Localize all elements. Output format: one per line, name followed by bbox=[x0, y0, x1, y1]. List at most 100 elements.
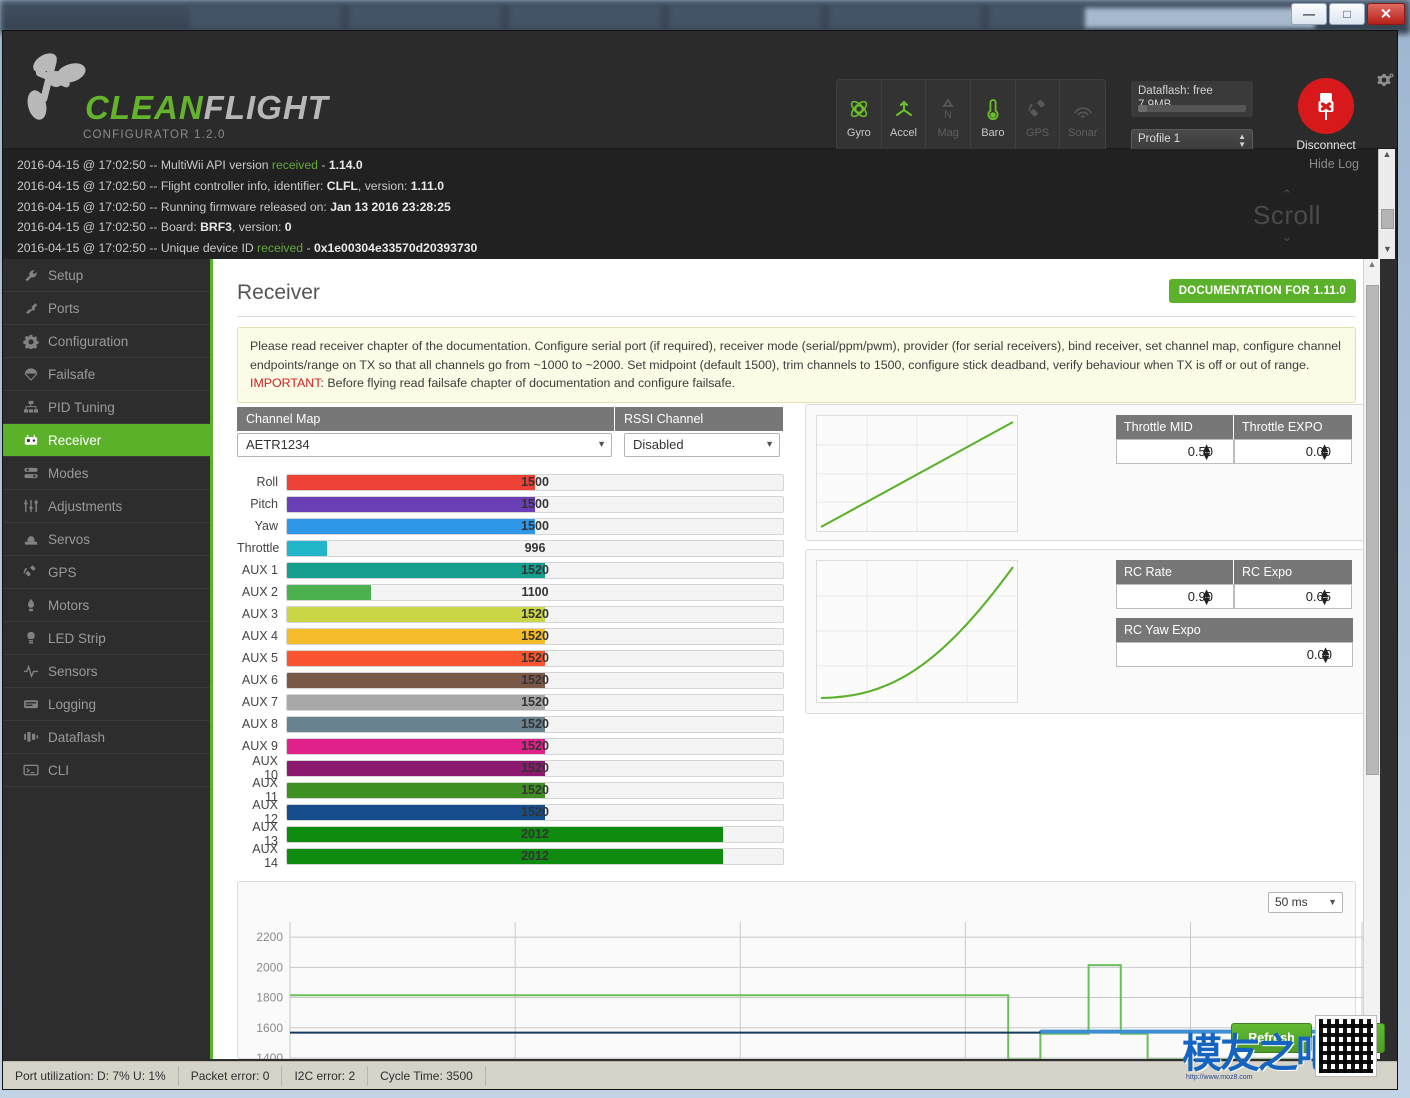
cleanflight-configurator-window: CLEANFLIGHT CONFIGURATOR 1.2.0 Gyro Acce… bbox=[2, 30, 1398, 1090]
sidebar-item-pid-tuning[interactable]: PID Tuning bbox=[3, 391, 210, 424]
log-entry: 2016-04-15 @ 17:02:50 -- Board: BRF3, ve… bbox=[17, 220, 292, 235]
sensor-baro-label: Baro bbox=[981, 126, 1005, 139]
stepper-icon[interactable]: ▲ ▼ bbox=[1319, 644, 1332, 665]
quadcopter-logo-icon bbox=[27, 53, 86, 120]
channel-value: 1500 bbox=[521, 497, 549, 511]
sidebar-item-label: Dataflash bbox=[48, 729, 106, 745]
cleanflight-logo: CLEANFLIGHT CONFIGURATOR 1.2.0 bbox=[23, 47, 328, 141]
rc-expo-field: RC Expo 0.65 ▲ ▼ bbox=[1234, 560, 1352, 609]
sensor-mag-label: Mag bbox=[937, 126, 959, 139]
port-utilization-status: Port utilization: D: 7% U: 1% bbox=[3, 1065, 179, 1086]
sidebar-item-modes[interactable]: Modes bbox=[3, 457, 210, 490]
cycle-time-status: Cycle Time: 3500 bbox=[368, 1065, 486, 1086]
settings-gear-icon[interactable] bbox=[1373, 73, 1395, 98]
window-close-button[interactable]: ✕ bbox=[1367, 3, 1405, 25]
log-scroll-down-icon[interactable]: ▼ bbox=[1379, 244, 1396, 259]
channel-label: AUX 4 bbox=[241, 629, 278, 643]
content-scrollbar[interactable]: ▲ ▼ bbox=[1363, 259, 1380, 1059]
sidebar-item-motors[interactable]: Motors bbox=[3, 589, 210, 622]
channel-label: AUX 7 bbox=[241, 695, 278, 709]
channel-track: 1520 bbox=[286, 737, 784, 755]
log-scrollbar-thumb[interactable] bbox=[1381, 209, 1394, 229]
sidebar-item-label: Receiver bbox=[48, 432, 102, 448]
channel-track: 1520 bbox=[286, 627, 784, 645]
sidebar-item-configuration[interactable]: Configuration bbox=[3, 325, 210, 358]
sidebar-item-cli[interactable]: CLI bbox=[3, 754, 210, 787]
channel-bar-row: AUX 8 1520 bbox=[237, 713, 784, 735]
throttle-fields: Throttle MID 0.50 ▲ ▼ Throttle EXPO 0.00 … bbox=[1116, 415, 1352, 464]
sidebar-nav: Setup Ports Configuration Failsafe PID Tunin… bbox=[3, 259, 213, 1059]
sidebar-item-servos[interactable]: Servos bbox=[3, 523, 210, 556]
sidebar-item-sensors[interactable]: Sensors bbox=[3, 655, 210, 688]
content-scroll-up-icon[interactable]: ▲ bbox=[1364, 259, 1380, 275]
rc-expo-label: RC Expo bbox=[1234, 560, 1352, 584]
sidebar-item-failsafe[interactable]: Failsafe bbox=[3, 358, 210, 391]
channel-label: AUX 14 bbox=[252, 842, 278, 870]
rssi-channel-select[interactable]: Disabled ▼ bbox=[624, 433, 780, 457]
sidebar-item-led-strip[interactable]: LED Strip bbox=[3, 622, 210, 655]
log-entry: 2016-04-15 @ 17:02:50 -- Unique device I… bbox=[17, 241, 478, 256]
title-divider bbox=[237, 316, 1356, 317]
stepper-icon[interactable]: ▲ ▼ bbox=[1200, 441, 1213, 462]
content-scrollbar-thumb[interactable] bbox=[1366, 285, 1379, 775]
rc-yaw-expo-input[interactable]: 0.00 ▲ ▼ bbox=[1116, 642, 1353, 667]
sidebar-item-logging[interactable]: Logging bbox=[3, 688, 210, 721]
stepper-icon[interactable]: ▲ ▼ bbox=[1200, 586, 1213, 607]
stepper-icon[interactable]: ▲ ▼ bbox=[1318, 441, 1331, 462]
throttle-expo-input[interactable]: 0.00 ▲ ▼ bbox=[1234, 439, 1352, 464]
servo-icon bbox=[22, 531, 39, 547]
svg-text:1400: 1400 bbox=[256, 1051, 283, 1059]
channel-label: AUX 2 bbox=[241, 585, 278, 599]
sidebar-item-label: CLI bbox=[48, 762, 70, 778]
channel-map-select[interactable]: AETR1234 ▼ bbox=[237, 433, 612, 457]
profile-select[interactable]: Profile 1 ▲ ▼ bbox=[1131, 129, 1253, 151]
rc-expo-input[interactable]: 0.65 ▲ ▼ bbox=[1234, 584, 1352, 609]
documentation-button[interactable]: DOCUMENTATION FOR 1.11.0 bbox=[1168, 279, 1356, 303]
sidebar-item-setup[interactable]: Setup bbox=[3, 259, 210, 292]
channel-value: 1500 bbox=[521, 475, 549, 489]
gear-icon bbox=[22, 333, 39, 349]
satellite-icon bbox=[22, 564, 39, 580]
channel-bar-row: AUX 9 1520 bbox=[237, 735, 784, 757]
throttle-mid-input[interactable]: 0.50 ▲ ▼ bbox=[1116, 439, 1234, 464]
timeline-rate-select[interactable]: 50 ms ▼ bbox=[1268, 892, 1343, 913]
motor-icon bbox=[22, 597, 39, 613]
channel-value: 996 bbox=[524, 541, 546, 555]
channel-track: 1500 bbox=[286, 473, 784, 491]
sidebar-item-ports[interactable]: Ports bbox=[3, 292, 210, 325]
gps-icon bbox=[1026, 94, 1050, 124]
sitemap-icon bbox=[22, 399, 39, 415]
sidebar-item-adjustments[interactable]: Adjustments bbox=[3, 490, 210, 523]
hide-log-link[interactable]: Hide Log bbox=[1309, 157, 1359, 171]
window-maximize-button[interactable]: □ bbox=[1329, 3, 1365, 25]
sensor-gyro: Gyro bbox=[837, 80, 882, 152]
stepper-icon[interactable]: ▲ ▼ bbox=[1318, 586, 1331, 607]
log-scroll-up-icon[interactable]: ▲ bbox=[1379, 149, 1395, 164]
rc-rate-field: RC Rate 0.90 ▲ ▼ bbox=[1116, 560, 1234, 609]
disconnect-button[interactable]: Disconnect bbox=[1293, 78, 1359, 152]
rc-rate-label: RC Rate bbox=[1116, 560, 1234, 584]
sensor-accel-label: Accel bbox=[890, 126, 917, 139]
scroll-down-chevron-icon: ⌄ bbox=[1281, 228, 1293, 244]
log-entry: 2016-04-15 @ 17:02:50 -- Running firmwar… bbox=[17, 199, 451, 214]
dataflash-status: Dataflash: free 7.9MB bbox=[1131, 81, 1253, 117]
profile-value: Profile 1 bbox=[1138, 133, 1181, 145]
sidebar-item-gps[interactable]: GPS bbox=[3, 556, 210, 589]
sidebar-item-dataflash[interactable]: Dataflash bbox=[3, 721, 210, 754]
page-title: Receiver bbox=[237, 281, 320, 304]
channel-track: 1520 bbox=[286, 605, 784, 623]
channel-bar-row: AUX 7 1520 bbox=[237, 691, 784, 713]
window-minimize-button[interactable]: — bbox=[1291, 3, 1327, 25]
qr-code bbox=[1315, 1015, 1377, 1077]
channel-value: 1520 bbox=[521, 805, 549, 819]
throttle-mid-label: Throttle MID bbox=[1116, 415, 1234, 439]
sidebar-item-receiver[interactable]: Receiver bbox=[3, 424, 210, 457]
disconnect-icon-circle bbox=[1298, 78, 1354, 134]
accel-icon bbox=[892, 94, 916, 124]
log-scrollbar[interactable]: ▲ ▼ bbox=[1378, 149, 1395, 259]
channel-bar-row: AUX 5 1520 bbox=[237, 647, 784, 669]
sidebar-item-label: Setup bbox=[48, 267, 84, 283]
channel-value: 1520 bbox=[521, 761, 549, 775]
rc-rate-input[interactable]: 0.90 ▲ ▼ bbox=[1116, 584, 1234, 609]
channel-value: 1520 bbox=[521, 651, 549, 665]
